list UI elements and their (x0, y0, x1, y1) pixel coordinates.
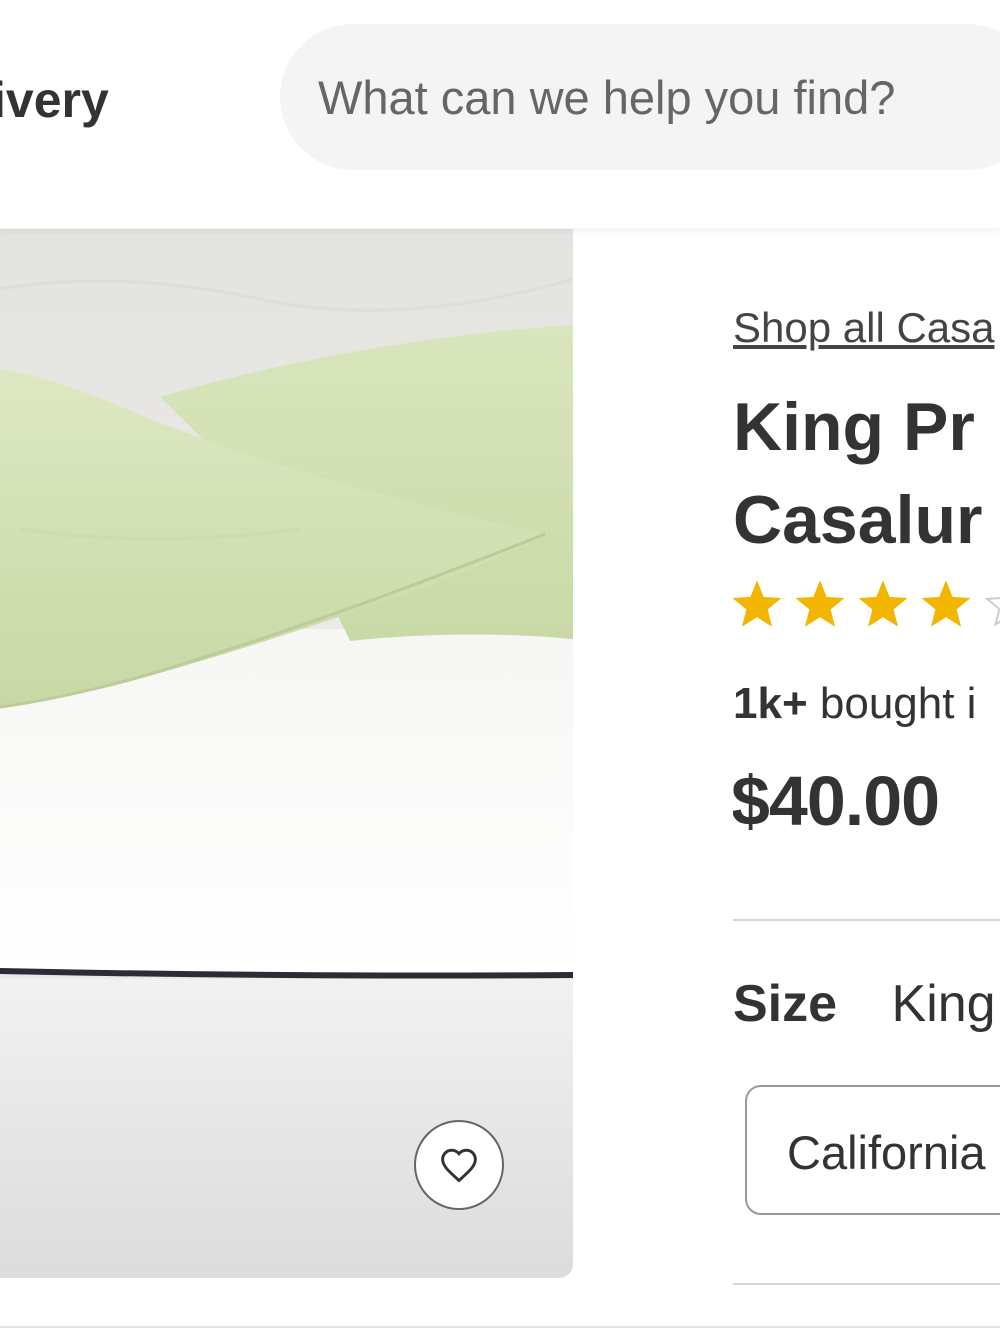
bought-count: 1k+ (733, 679, 808, 728)
heart-icon (441, 1148, 477, 1183)
size-option-label: California (787, 1126, 986, 1179)
product-image[interactable] (0, 229, 573, 1278)
star-filled-icon (733, 581, 782, 627)
product-title-line-1: King Pr (733, 389, 975, 465)
pillows-on-bed-image (0, 229, 573, 1278)
search-input[interactable]: What can we help you find? (280, 24, 1000, 170)
site-header: ivery What can we help you find? (0, 0, 1000, 228)
size-selected-value: King (891, 975, 996, 1033)
size-row: Size King (733, 973, 996, 1035)
product-title-line-2: Casalur (733, 482, 983, 558)
price: $40.00 (733, 762, 940, 840)
favorite-button[interactable] (414, 1120, 504, 1210)
delivery-label[interactable]: ivery (0, 70, 109, 130)
star-filled-icon (858, 581, 908, 627)
divider (733, 919, 1000, 921)
search-placeholder: What can we help you find? (318, 71, 896, 124)
star-rating[interactable] (733, 581, 1000, 631)
bought-count-line: 1k+ bought i (733, 677, 976, 731)
size-option-california[interactable]: California (745, 1085, 1000, 1215)
divider (733, 1283, 1000, 1285)
star-empty-icon (984, 597, 1000, 627)
divider (0, 1326, 1000, 1328)
star-filled-icon (795, 581, 845, 627)
product-info: Shop all Casa King Pr Casalur 1k+ bought… (733, 229, 1000, 1333)
shop-all-link[interactable]: Shop all Casa (733, 303, 995, 353)
product-title: King Pr Casalur (733, 381, 982, 567)
bought-text: bought i (819, 679, 977, 728)
size-label: Size (733, 975, 838, 1033)
star-filled-icon (921, 581, 971, 627)
